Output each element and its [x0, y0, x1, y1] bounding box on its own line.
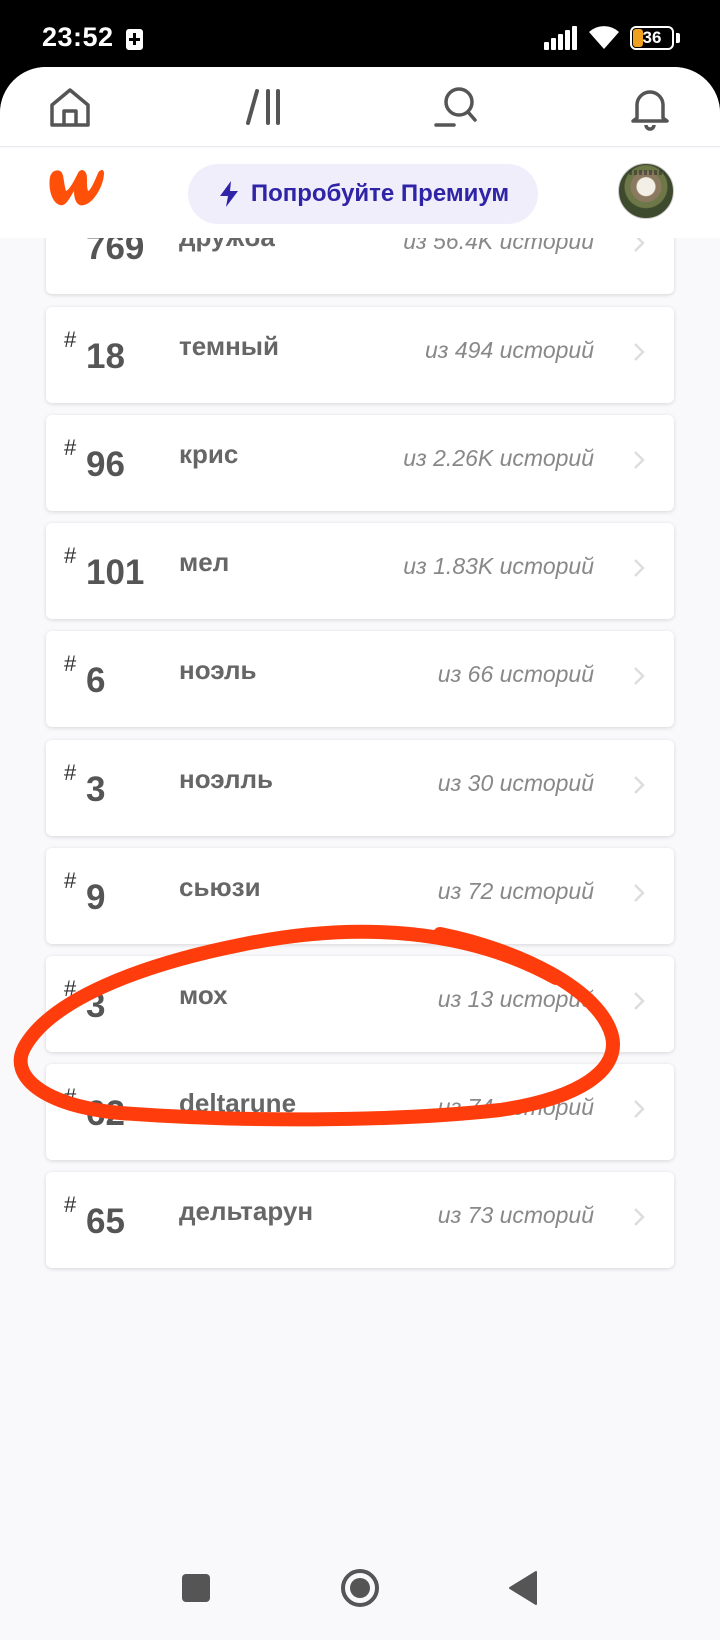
rank-number: 3 [86, 986, 106, 1025]
chevron-right-icon [634, 992, 645, 1010]
ranking-row[interactable]: # 9 сьюзи из 72 историй [46, 848, 674, 944]
tag-name: ноэль [179, 655, 257, 685]
story-count: из 2.26K историй [403, 445, 594, 471]
chevron-right-icon [634, 776, 645, 794]
rankings-list: # 769 дружба из 56.4K историй # 18 темны… [0, 67, 720, 1477]
hash-symbol: # [64, 327, 77, 352]
battery-icon: 36 [630, 26, 674, 50]
charging-icon [126, 29, 143, 50]
rank-number: 65 [86, 1202, 125, 1241]
hash-symbol: # [64, 760, 77, 785]
rank-number: 62 [86, 1094, 125, 1133]
story-count: из 72 историй [437, 878, 594, 904]
chevron-right-icon [634, 559, 645, 577]
story-count: из 74 историй [437, 1094, 594, 1120]
rank-number: 96 [86, 445, 125, 484]
hash-symbol: # [64, 651, 77, 676]
chevron-right-icon [634, 451, 645, 469]
rank-number: 9 [86, 878, 106, 917]
hash-symbol: # [64, 1084, 77, 1109]
tag-name: мел [179, 547, 230, 577]
hash-symbol: # [64, 435, 77, 460]
ranking-row[interactable]: # 3 ноэлль из 30 историй [46, 740, 674, 836]
story-count: из 1.83K историй [403, 553, 594, 579]
chevron-right-icon [634, 884, 645, 902]
home-circle-icon[interactable] [330, 1558, 390, 1618]
chevron-right-icon [634, 343, 645, 361]
premium-label: Попробуйте Премиум [250, 180, 510, 207]
wifi-icon [589, 26, 619, 49]
ranking-row[interactable]: # 96 крис из 2.26K историй [46, 415, 674, 511]
tag-name: сьюзи [179, 872, 261, 902]
ranking-row[interactable]: # 65 дельтарун из 73 историй [46, 1172, 674, 1268]
status-time: 23:52 [42, 22, 114, 52]
chevron-right-icon [634, 1100, 645, 1118]
ranking-row[interactable]: # 62 deltarune из 74 историй [46, 1064, 674, 1160]
tag-name: крис [179, 439, 239, 469]
chevron-right-icon [634, 1208, 645, 1226]
story-count: из 30 историй [437, 770, 594, 796]
rank-number: 3 [86, 770, 106, 809]
ranking-row[interactable]: # 101 мел из 1.83K историй [46, 523, 674, 619]
hash-symbol: # [64, 543, 77, 568]
back-icon[interactable] [494, 1558, 554, 1618]
tag-name: дельтарун [179, 1196, 314, 1226]
tag-name: ноэлль [179, 764, 273, 794]
app-screen: # 769 дружба из 56.4K историй # 18 темны… [0, 67, 720, 1640]
system-nav-bar [0, 1546, 720, 1640]
hash-symbol: # [64, 976, 77, 1001]
tag-name: мох [179, 980, 228, 1010]
rank-number: 18 [86, 337, 125, 376]
story-count: из 73 историй [437, 1202, 594, 1228]
ranking-row[interactable]: # 18 темный из 494 историй [46, 307, 674, 403]
tag-name: темный [179, 331, 279, 361]
chevron-right-icon [634, 667, 645, 685]
try-premium-button[interactable]: Попробуйте Премиум [188, 164, 538, 224]
recents-icon[interactable] [166, 1558, 226, 1618]
lightning-icon [219, 181, 238, 207]
hash-symbol: # [64, 868, 77, 893]
rank-number: 101 [86, 553, 145, 592]
signal-icon [544, 26, 578, 50]
wattpad-logo-icon[interactable] [44, 163, 110, 213]
tag-name: deltarune [179, 1088, 297, 1118]
avatar[interactable] [618, 163, 674, 219]
story-count: из 13 историй [437, 986, 594, 1012]
ranking-row[interactable]: # 6 ноэль из 66 историй [46, 631, 674, 727]
rank-number: 6 [86, 661, 106, 700]
battery-level: 36 [642, 28, 662, 47]
story-count: из 494 историй [425, 337, 594, 363]
hash-symbol: # [64, 1192, 77, 1217]
app-header: Попробуйте Премиум [0, 148, 720, 238]
battery-tip [676, 33, 680, 43]
ranking-row[interactable]: # 3 мох из 13 историй [46, 956, 674, 1052]
story-count: из 66 историй [437, 661, 594, 687]
